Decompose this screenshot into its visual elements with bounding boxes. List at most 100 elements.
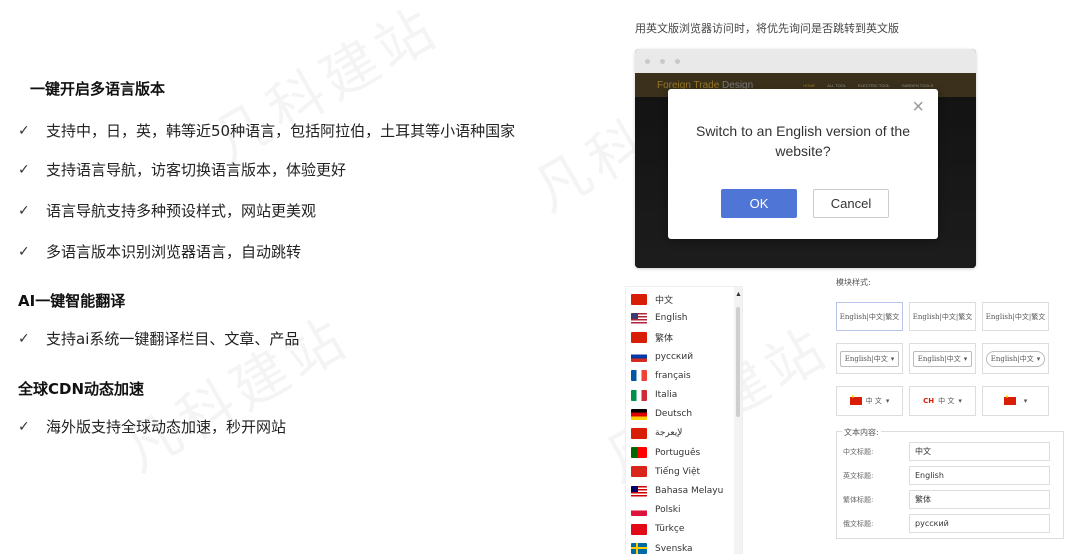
field-label: 繁体标题: xyxy=(843,496,874,504)
check-icon: ✓ xyxy=(18,122,30,139)
feature-item: ✓ 支持中，日，英，韩等近50种语言，包括阿拉伯，土耳其等小语种国家 xyxy=(18,120,515,141)
window-dot-icon xyxy=(645,58,650,64)
ru-flag-icon xyxy=(631,351,647,363)
style-pill: English|中文 ▾ xyxy=(985,350,1046,367)
section-title-cdn: 全球CDN动态加速 xyxy=(18,380,145,398)
style-option-dropdown[interactable]: English|中文 ▾ xyxy=(836,343,903,374)
language-label: français xyxy=(655,370,691,381)
language-label: Bahasa Melayu xyxy=(655,486,724,496)
close-icon[interactable]: × xyxy=(912,97,924,117)
section-title-multilang: 一键开启多语言版本 xyxy=(30,80,166,98)
language-option[interactable]: Bahasa Melayu xyxy=(631,484,723,498)
language-option[interactable]: 繁体 xyxy=(631,330,673,344)
china-flag-icon xyxy=(1003,394,1016,405)
text-content-legend: 文本内容: xyxy=(842,427,881,438)
language-option[interactable]: Svenska xyxy=(631,542,693,554)
style-option-flag[interactable]: 中 文 ▾ xyxy=(836,386,903,416)
language-code: CH xyxy=(923,397,935,405)
chinese-title-input[interactable]: 中文 xyxy=(909,442,1050,461)
language-option[interactable]: Polski xyxy=(631,503,681,517)
check-icon: ✓ xyxy=(18,161,30,178)
cn-flag-icon xyxy=(631,293,647,305)
feature-item: ✓ 语言导航支持多种预设样式，网站更美观 xyxy=(18,200,316,221)
style-option-text-bar[interactable]: English|中文|繁文 xyxy=(982,302,1049,331)
language-label: Italia xyxy=(655,390,678,400)
field-label: 中文标题: xyxy=(843,448,874,456)
language-option[interactable]: français xyxy=(631,369,691,383)
us-flag-icon xyxy=(631,312,647,324)
chevron-down-icon: ▾ xyxy=(885,397,890,405)
se-flag-icon xyxy=(631,543,647,554)
language-option[interactable]: English xyxy=(631,311,688,325)
language-option[interactable]: Italia xyxy=(631,388,677,402)
style-option-flag-only[interactable]: ▾ xyxy=(982,386,1049,416)
cancel-button[interactable]: Cancel xyxy=(813,189,889,218)
feature-text: 支持语言导航，访客切换语言版本，体验更好 xyxy=(46,161,347,179)
style-pill: English|中文 ▾ xyxy=(912,350,973,367)
china-flag-icon xyxy=(849,394,862,405)
chevron-down-icon: ▾ xyxy=(1036,354,1041,363)
fr-flag-icon xyxy=(631,370,647,382)
language-label: 繁体 xyxy=(655,333,674,344)
style-option-text-bar[interactable]: English|中文|繁文 xyxy=(909,302,976,331)
tr-flag-icon xyxy=(631,523,647,535)
cn-flag-icon xyxy=(631,331,647,343)
language-label: English xyxy=(655,313,688,324)
language-option[interactable]: Türkçe xyxy=(631,522,684,536)
chevron-down-icon: ▾ xyxy=(1023,397,1028,405)
feature-text: 支持中，日，英，韩等近50种语言，包括阿拉伯，土耳其等小语种国家 xyxy=(46,122,516,140)
language-label: Türkçe xyxy=(655,524,685,535)
language-option[interactable]: لإيعرجة xyxy=(631,426,682,440)
style-option-text-bar[interactable]: English|中文|繁文 xyxy=(836,302,903,331)
style-option-dropdown[interactable]: English|中文 ▾ xyxy=(909,343,976,374)
check-icon: ✓ xyxy=(18,202,30,219)
feature-item: ✓ 海外版支持全球动态加速，秒开网站 xyxy=(18,416,286,437)
language-option[interactable]: Deutsch xyxy=(631,407,692,421)
feature-text: 海外版支持全球动态加速，秒开网站 xyxy=(46,418,287,436)
feature-item: ✓ 支持ai系统一键翻译栏目、文章、产品 xyxy=(18,328,299,349)
feature-text: 语言导航支持多种预设样式，网站更美观 xyxy=(46,202,317,220)
style-option-code[interactable]: CH 中 文 ▾ xyxy=(909,386,976,416)
pl-flag-icon xyxy=(631,504,647,516)
scroll-up-icon[interactable]: ▲ xyxy=(735,291,742,298)
watermark: 凡科建站 xyxy=(106,293,361,487)
language-option[interactable]: Tiếng Việt xyxy=(631,465,700,479)
de-flag-icon xyxy=(631,408,647,420)
scrollbar-thumb[interactable] xyxy=(736,307,740,417)
language-label: Deutsch xyxy=(655,409,693,420)
language-option[interactable]: 中文 xyxy=(631,292,673,306)
language-switch-dialog: × Switch to an English version of the we… xyxy=(668,89,938,239)
language-label: Svenska xyxy=(655,543,693,554)
scrollbar[interactable]: ▲ xyxy=(734,287,742,554)
ok-button[interactable]: OK xyxy=(721,189,797,218)
chevron-down-icon: ▾ xyxy=(958,397,962,405)
it-flag-icon xyxy=(631,389,647,401)
style-pill: English|中文 ▾ xyxy=(839,350,900,367)
pt-flag-icon xyxy=(631,447,647,459)
watermark: 凡科建站 xyxy=(196,0,451,178)
english-title-input[interactable]: English xyxy=(909,466,1050,485)
chevron-down-icon: ▾ xyxy=(890,354,895,363)
check-icon: ✓ xyxy=(18,243,30,260)
traditional-title-input[interactable]: 繁体 xyxy=(909,490,1050,509)
window-dot-icon xyxy=(660,58,665,64)
language-label: Polski xyxy=(655,505,681,516)
field-label: 英文标题: xyxy=(843,472,874,480)
my-flag-icon xyxy=(631,485,647,497)
russian-title-input[interactable]: русский xyxy=(909,514,1050,533)
language-label: Português xyxy=(655,447,701,458)
language-list: 中文 English 繁体 русский français Italia Deutsch ل… xyxy=(625,286,743,554)
feature-item: ✓ 支持语言导航，访客切换语言版本，体验更好 xyxy=(18,159,346,180)
browser-titlebar xyxy=(635,49,976,73)
language-option[interactable]: русский xyxy=(631,350,693,364)
language-label: русский xyxy=(655,351,694,362)
module-style-label: 模块样式: xyxy=(836,278,871,287)
language-option[interactable]: Português xyxy=(631,446,700,460)
vn-flag-icon xyxy=(631,466,647,478)
feature-text: 支持ai系统一键翻译栏目、文章、产品 xyxy=(46,330,300,348)
feature-text: 多语言版本识别浏览器语言，自动跳转 xyxy=(46,243,302,261)
feature-item: ✓ 多语言版本识别浏览器语言，自动跳转 xyxy=(18,241,301,262)
dialog-message: Switch to an English version of the webs… xyxy=(695,123,910,159)
style-option-dropdown[interactable]: English|中文 ▾ xyxy=(982,343,1049,374)
chevron-down-icon: ▾ xyxy=(963,354,968,363)
